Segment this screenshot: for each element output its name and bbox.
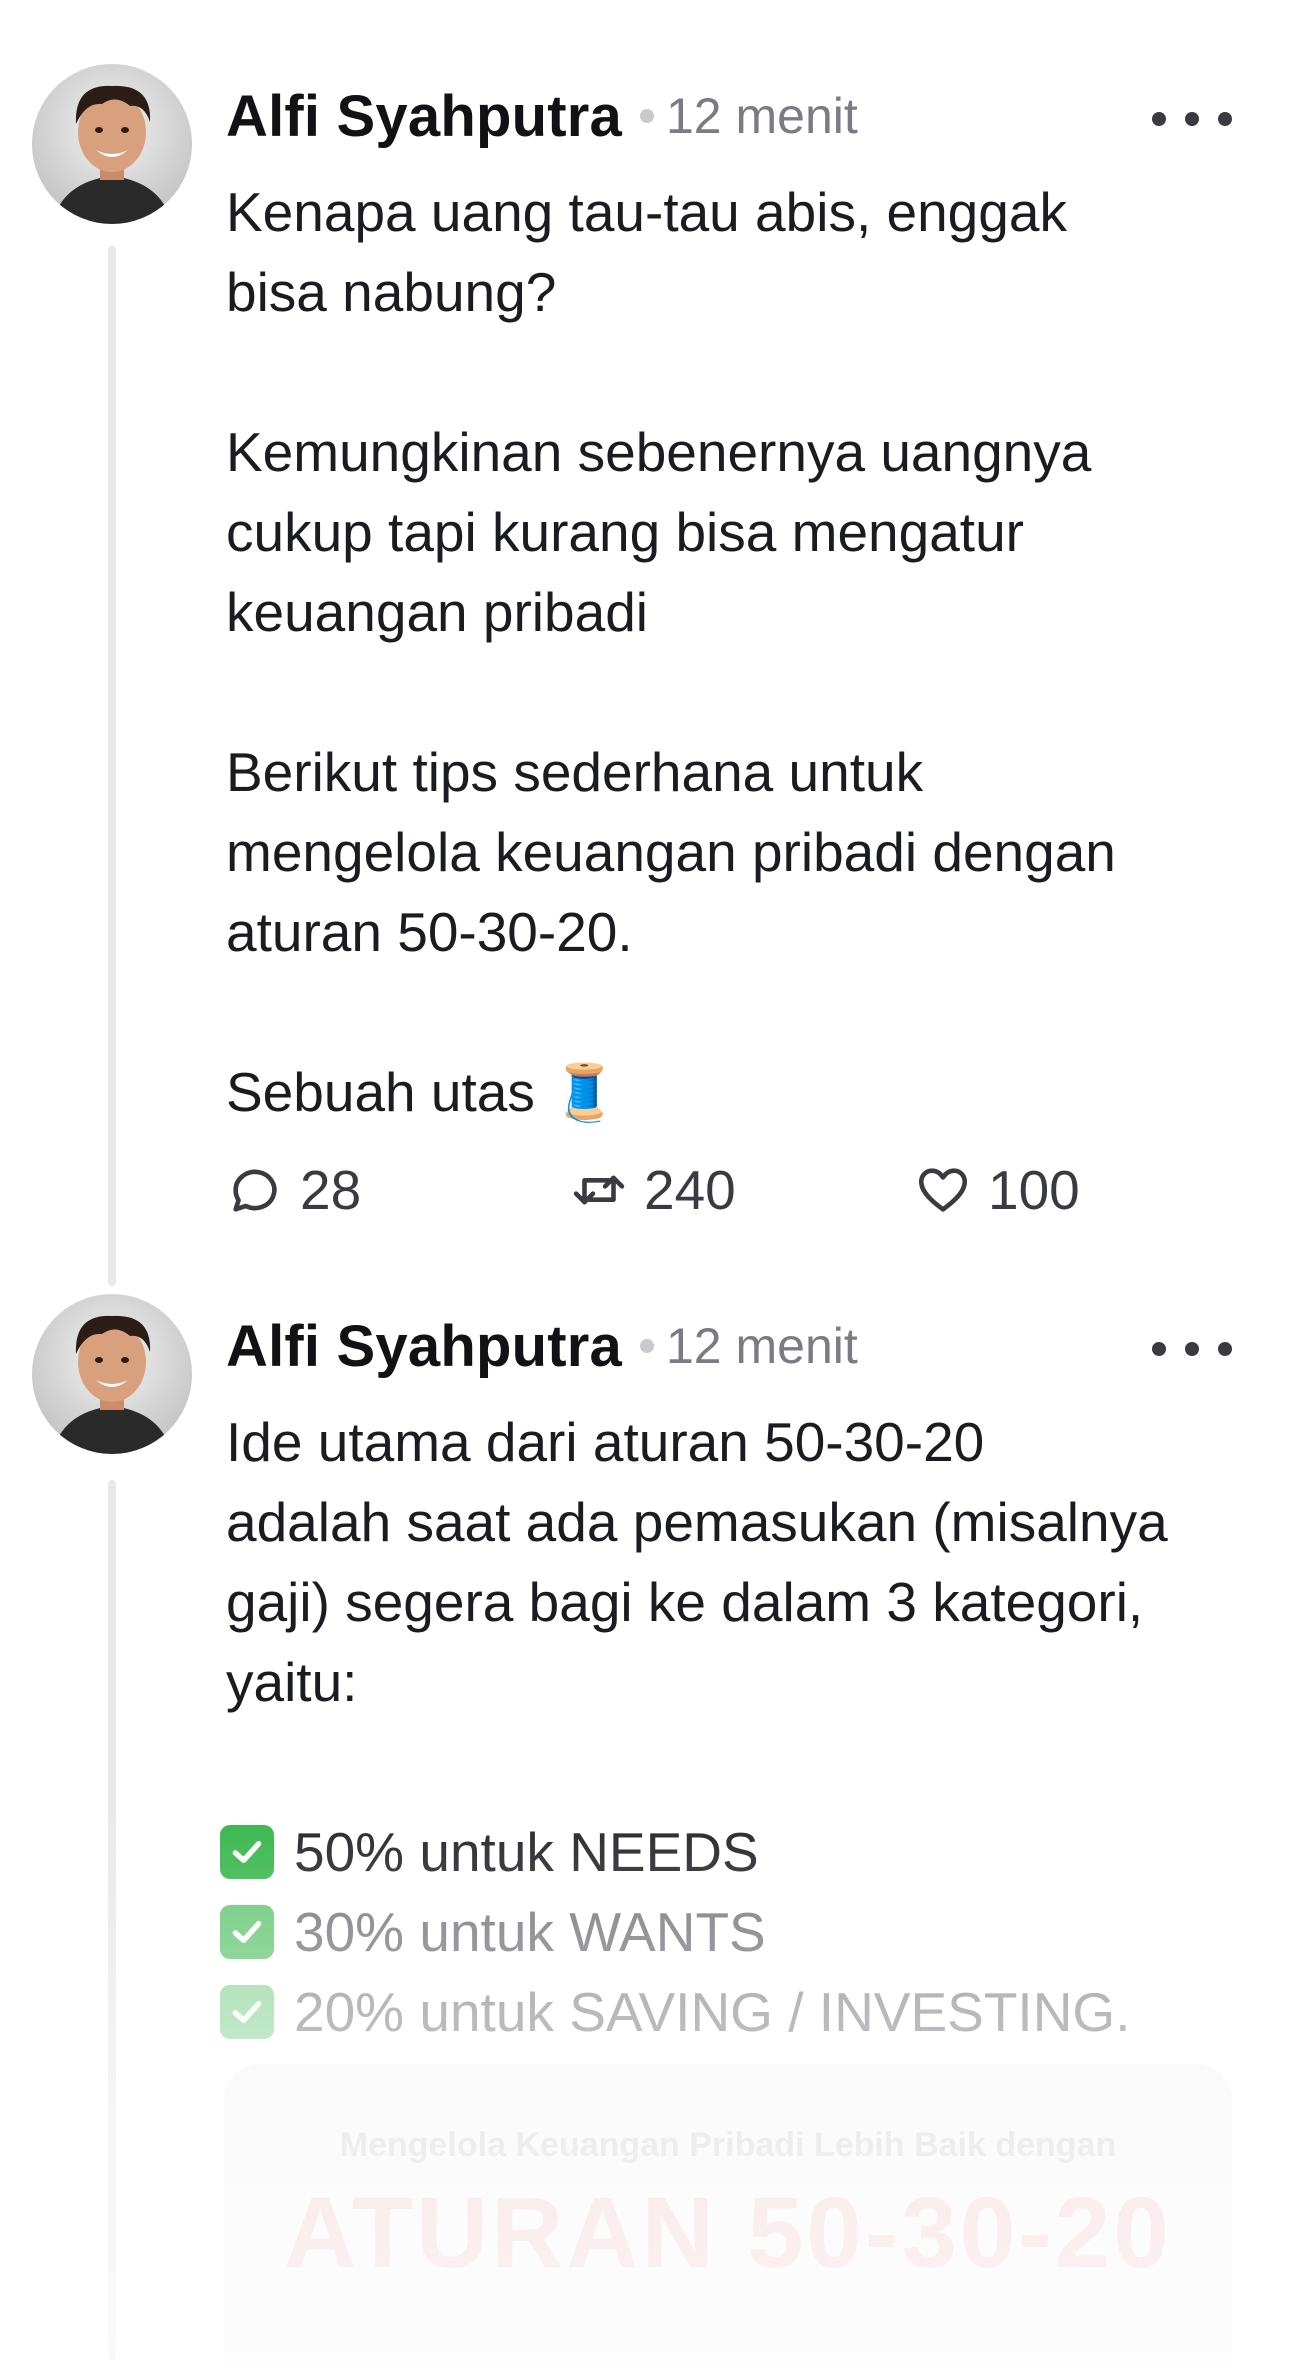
category-checklist: 50% untuk NEEDS 30% untuk WANTS 20% untu… xyxy=(220,1812,1260,2052)
repost-button[interactable]: 240 xyxy=(570,1150,736,1230)
reply-count: 28 xyxy=(300,1159,362,1221)
avatar-portrait-image xyxy=(32,64,192,224)
like-button[interactable]: 100 xyxy=(914,1150,1080,1230)
thread-connector-line xyxy=(108,246,116,1286)
author-name[interactable]: Alfi Syahputra xyxy=(226,1313,622,1380)
repost-arrows-icon xyxy=(573,1175,625,1205)
more-horizontal-icon xyxy=(1152,1342,1166,1356)
post-text: Kenapa uang tau-tau abis, enggak bisa na… xyxy=(226,181,1116,1123)
check-mark-box-icon xyxy=(220,1905,274,1959)
checklist-item-label: 30% untuk WANTS xyxy=(294,1901,766,1963)
more-options-button[interactable] xyxy=(1152,104,1232,134)
post-header: Alfi Syahputra 12 menit xyxy=(226,80,1232,152)
attached-image-card[interactable]: Mengelola Keuangan Pribadi Lebih Baik de… xyxy=(224,2064,1232,2368)
like-count: 100 xyxy=(988,1159,1080,1221)
post-timestamp: 12 menit xyxy=(665,1318,858,1374)
author-name[interactable]: Alfi Syahputra xyxy=(226,83,622,150)
checklist-item: 50% untuk NEEDS xyxy=(220,1812,1260,1892)
author-avatar[interactable] xyxy=(32,1294,192,1454)
checklist-item: 20% untuk SAVING / INVESTING. xyxy=(220,1972,1260,2052)
separator-dot xyxy=(639,109,654,123)
repost-count: 240 xyxy=(644,1159,736,1221)
thread-post: Alfi Syahputra 12 menit Kenapa uang tau-… xyxy=(0,60,1292,1300)
image-subtitle: Mengelola Keuangan Pribadi Lebih Baik de… xyxy=(339,2126,1117,2164)
post-header: Alfi Syahputra 12 menit xyxy=(226,1310,1232,1382)
thread-post: Alfi Syahputra 12 menit Ide utama dari a… xyxy=(0,1290,1292,2368)
post-timestamp: 12 menit xyxy=(665,88,858,144)
separator-dot xyxy=(639,1339,654,1353)
checklist-item-label: 20% untuk SAVING / INVESTING. xyxy=(294,1981,1131,2043)
post-actions: 28 240 100 xyxy=(226,1150,1126,1230)
checklist-item: 30% untuk WANTS xyxy=(220,1892,1260,1972)
check-mark-box-icon xyxy=(220,1985,274,2039)
checklist-item-label: 50% untuk NEEDS xyxy=(294,1821,759,1883)
avatar-portrait-image xyxy=(32,1294,192,1454)
speech-bubble-icon xyxy=(233,1169,277,1212)
thread-connector-line xyxy=(108,1480,116,2360)
reply-button[interactable]: 28 xyxy=(226,1150,361,1230)
check-mark-box-icon xyxy=(220,1825,274,1879)
more-horizontal-icon xyxy=(1152,112,1166,126)
post-text: Ide utama dari aturan 50-30-20 adalah sa… xyxy=(226,1411,1168,1713)
heart-icon xyxy=(918,1168,968,1212)
author-avatar[interactable] xyxy=(32,64,192,224)
image-title: ATURAN 50-30-20 xyxy=(284,2177,1172,2289)
more-options-button[interactable] xyxy=(1152,1334,1232,1364)
